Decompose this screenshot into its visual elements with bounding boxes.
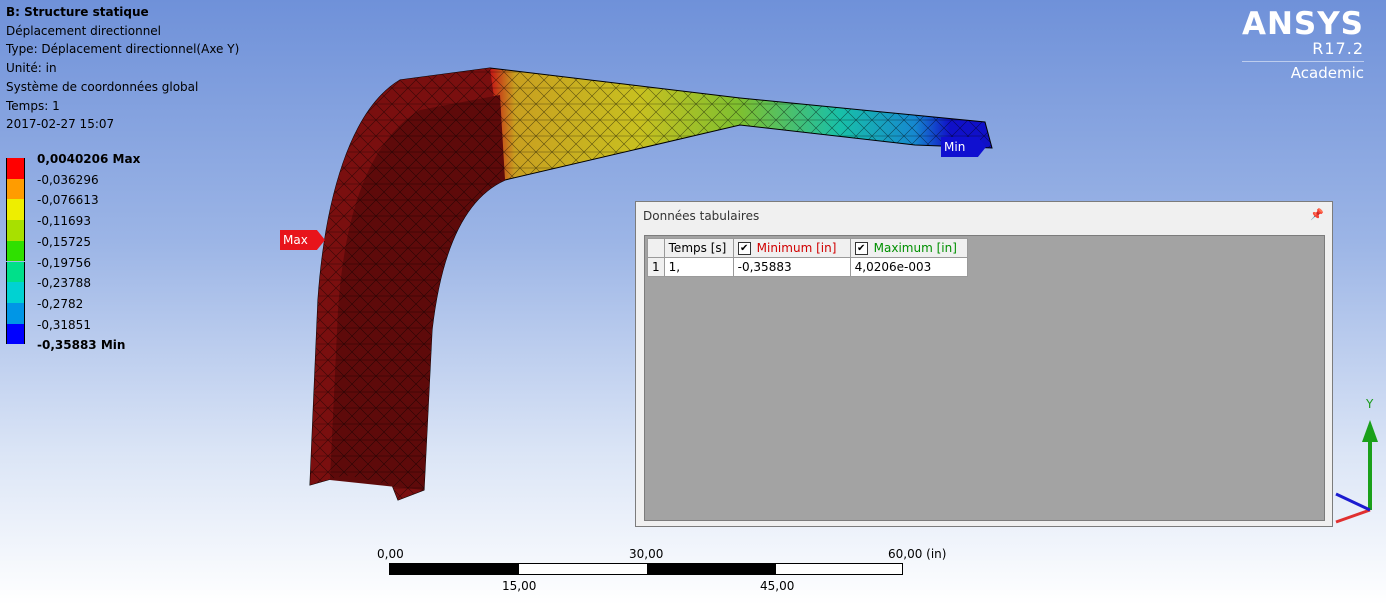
data-table: Temps [s] ✔ Minimum [in] ✔ Maximum [in] 1 … [647, 238, 968, 277]
legend-label: -0,076613 [37, 193, 99, 208]
ansys-logo: ANSYS R17.2 Academic [1241, 6, 1364, 84]
scale-label-15: 15,00 [502, 579, 537, 593]
legend-swatch [6, 178, 25, 200]
column-header-max[interactable]: ✔ Maximum [in] [849, 238, 968, 258]
scale-bar-segment [390, 564, 519, 574]
legend-swatch [6, 302, 25, 324]
logo-edition: Academic [1290, 64, 1364, 82]
scale-bar-segment [647, 564, 776, 574]
checkbox-min[interactable]: ✔ [737, 242, 751, 255]
legend-label-max: 0,0040206 Max [37, 152, 141, 166]
result-info: B: Structure statique Déplacement direct… [6, 3, 239, 134]
legend-label: -0,2782 [37, 296, 84, 311]
column-header-min[interactable]: ✔ Minimum [in] [732, 238, 851, 258]
panel-title: Données tabulaires [643, 209, 760, 223]
scale-bar [389, 563, 903, 575]
legend-label: -0,23788 [37, 276, 91, 291]
coordinate-system: Système de coordonnées global [6, 79, 199, 94]
legend-swatch [6, 220, 25, 241]
cell-min[interactable]: -0,35883 [732, 257, 851, 277]
cell-time[interactable]: 1, [663, 257, 734, 277]
legend-label: -0,31851 [37, 317, 91, 332]
legend-label: -0,036296 [37, 172, 99, 187]
legend-swatch [6, 261, 25, 283]
result-timestamp: 2017-02-27 15:07 [6, 117, 115, 132]
row-index: 1 [647, 257, 665, 277]
result-unit: Unité: in [6, 61, 57, 76]
checkbox-max[interactable]: ✔ [854, 242, 868, 255]
result-name: Déplacement directionnel [6, 23, 162, 38]
triad-y-label: Y [1365, 397, 1374, 411]
legend-label-min: -0,35883 Min [37, 338, 126, 353]
graphics-viewport[interactable]: B: Structure statique Déplacement direct… [0, 0, 1386, 605]
legend-swatch [6, 199, 25, 221]
legend-swatch [6, 158, 25, 179]
scale-label-45: 45,00 [760, 579, 795, 593]
legend-swatch [6, 282, 25, 303]
legend-label: -0,11693 [37, 214, 91, 229]
column-header-max-label: Maximum [in] [873, 241, 957, 255]
scale-label-30: 30,00 [629, 547, 664, 561]
max-probe-label[interactable]: Max [280, 230, 325, 250]
legend-swatch [6, 323, 25, 345]
logo-brand: ANSYS [1241, 6, 1364, 42]
triad-x-axis [1335, 508, 1371, 524]
result-type: Type: Déplacement directionnel(Axe Y) [6, 42, 240, 57]
scale-label-60: 60,00 (in) [888, 547, 947, 561]
column-header-time[interactable]: Temps [s] [663, 238, 734, 258]
min-probe-label[interactable]: Min [941, 137, 986, 157]
table-row[interactable]: 1 1, -0,35883 4,0206e-003 [647, 257, 968, 277]
data-grid[interactable]: Temps [s] ✔ Minimum [in] ✔ Maximum [in] 1 … [644, 235, 1325, 521]
column-header-min-label: Minimum [in] [756, 241, 837, 255]
triad-z-axis [1335, 492, 1371, 512]
result-time: Temps: 1 [6, 98, 60, 113]
triad-y-arrow [1362, 420, 1378, 442]
legend-label: -0,15725 [37, 234, 91, 249]
tabular-data-panel[interactable]: Données tabulaires 📌 Temps [s] ✔ Minimum … [635, 201, 1333, 527]
legend-label: -0,19756 [37, 255, 91, 270]
legend-swatch [6, 240, 25, 262]
cell-max[interactable]: 4,0206e-003 [849, 257, 968, 277]
scale-label-0: 0,00 [377, 547, 404, 561]
analysis-title: B: Structure statique [6, 5, 149, 19]
corner-header [647, 238, 665, 258]
pin-icon[interactable]: 📌 [1310, 208, 1324, 221]
logo-version: R17.2 [1241, 40, 1364, 62]
